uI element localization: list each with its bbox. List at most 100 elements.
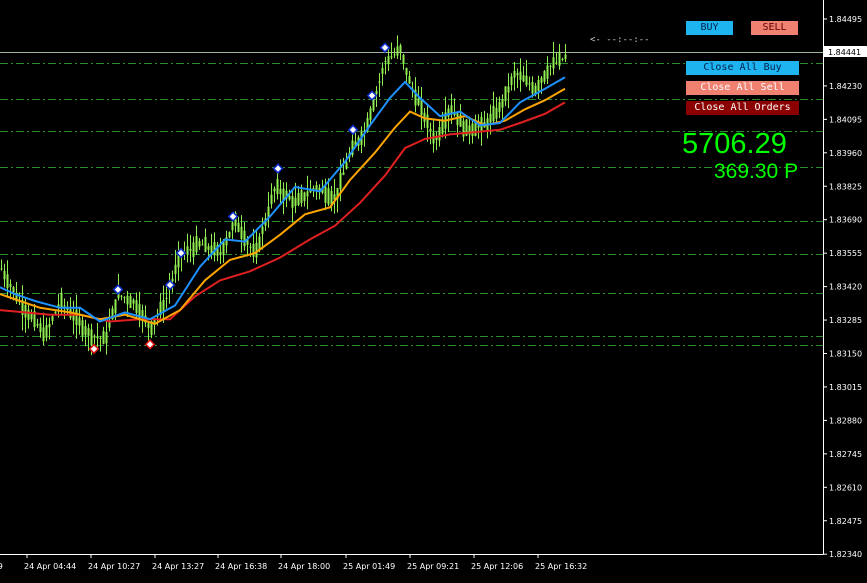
price-tick-label: 1.83555 xyxy=(829,249,862,258)
candle-body xyxy=(552,57,555,69)
candle-body xyxy=(294,197,297,206)
candle-body xyxy=(105,332,108,344)
candle-body xyxy=(186,246,189,255)
time-tick-label: :29 xyxy=(0,562,3,571)
price-tick-label: 1.84495 xyxy=(829,15,862,24)
candle-body xyxy=(138,303,141,321)
candle-body xyxy=(96,336,99,339)
buy-arrow xyxy=(379,42,391,53)
candle-body xyxy=(516,73,519,76)
candle-body xyxy=(417,98,420,105)
candle-body xyxy=(546,65,549,79)
candle-body xyxy=(381,68,384,74)
price-marker-text: <- --:--:-- xyxy=(590,35,650,45)
price-tick-label: 1.82745 xyxy=(829,450,862,459)
candle-body xyxy=(513,70,516,78)
candle-body xyxy=(174,264,177,275)
candle-body xyxy=(390,56,393,58)
close-all-orders-button[interactable]: Close All Orders xyxy=(686,101,799,115)
candle-body xyxy=(369,108,372,121)
candle-body xyxy=(441,120,444,134)
candle-body xyxy=(93,335,96,338)
price-tick-label: 1.83150 xyxy=(829,350,862,359)
candle-body xyxy=(402,54,405,64)
candle-body xyxy=(393,54,396,56)
candle-body xyxy=(273,188,276,192)
candle-body xyxy=(201,244,204,246)
candle-body xyxy=(9,283,12,287)
candle-body xyxy=(426,114,429,128)
price-tick-label: 1.83420 xyxy=(829,283,862,292)
candle-body xyxy=(324,186,327,203)
time-tick-label: 25 Apr 09:21 xyxy=(407,562,459,571)
candle-body xyxy=(288,195,291,200)
candle-body xyxy=(48,323,51,328)
candle-body xyxy=(408,76,411,84)
candle-body xyxy=(75,309,78,326)
time-tick-label: 24 Apr 16:38 xyxy=(215,562,267,571)
candle-body xyxy=(51,316,54,322)
candle-body xyxy=(261,226,264,235)
candle-body xyxy=(279,188,282,195)
candle-body xyxy=(396,46,399,56)
candle-body xyxy=(207,246,210,250)
price-tick-label: 1.82610 xyxy=(829,483,862,492)
candle-body xyxy=(30,313,33,320)
candle-body xyxy=(276,178,279,195)
candle-body xyxy=(447,108,450,117)
candle-body xyxy=(63,305,66,307)
candle-body xyxy=(327,188,330,205)
candle-body xyxy=(297,192,300,205)
candle-body xyxy=(507,86,510,93)
candle-body xyxy=(123,297,126,299)
candle-body xyxy=(438,127,441,141)
candle-body xyxy=(195,236,198,253)
price-tick-label: 1.82340 xyxy=(829,550,862,559)
candle-body xyxy=(504,86,507,102)
close-all-sell-button[interactable]: Close All Sell xyxy=(686,81,799,95)
candle-body xyxy=(303,192,306,201)
current-price-label: 1.84441 xyxy=(828,48,861,57)
candle-body xyxy=(456,113,459,126)
candle-body xyxy=(429,128,432,132)
sell-button[interactable]: SELL xyxy=(751,21,798,35)
candle-body xyxy=(525,75,528,86)
candle-body xyxy=(6,274,9,289)
candle-body xyxy=(228,231,231,238)
candle-body xyxy=(543,71,546,82)
candle-body xyxy=(471,123,474,137)
candle-body xyxy=(165,297,168,299)
candle-body xyxy=(78,317,81,326)
time-tick-label: 25 Apr 16:32 xyxy=(535,562,587,571)
candle-body xyxy=(489,113,492,123)
candle-body xyxy=(120,295,123,297)
candle-body xyxy=(90,329,93,346)
buy-arrow xyxy=(272,163,284,174)
candle-body xyxy=(531,82,534,94)
candle-body xyxy=(501,99,504,108)
candle-body xyxy=(192,242,195,258)
candle-body xyxy=(561,58,564,60)
buy-button[interactable]: BUY xyxy=(686,21,733,35)
candle-body xyxy=(132,299,135,304)
candle-body xyxy=(495,107,498,119)
time-tick-label: 24 Apr 18:00 xyxy=(278,562,330,571)
close-all-buy-button[interactable]: Close All Buy xyxy=(686,61,799,75)
candle-body xyxy=(255,242,258,258)
buy-arrow xyxy=(112,284,124,295)
time-tick-label: 24 Apr 13:27 xyxy=(152,562,204,571)
candle-body xyxy=(108,322,111,328)
candle-body xyxy=(522,75,525,82)
candle-body xyxy=(24,304,27,318)
candle-body xyxy=(252,243,255,257)
candle-body xyxy=(498,102,501,112)
candle-body xyxy=(99,337,102,339)
candle-body xyxy=(237,222,240,232)
candle-body xyxy=(420,99,423,116)
candle-body xyxy=(219,252,222,255)
candle-body xyxy=(387,56,390,65)
candle-body xyxy=(87,328,90,336)
candle-body xyxy=(399,45,402,53)
candle-body xyxy=(291,196,294,208)
candle-body xyxy=(339,172,342,190)
